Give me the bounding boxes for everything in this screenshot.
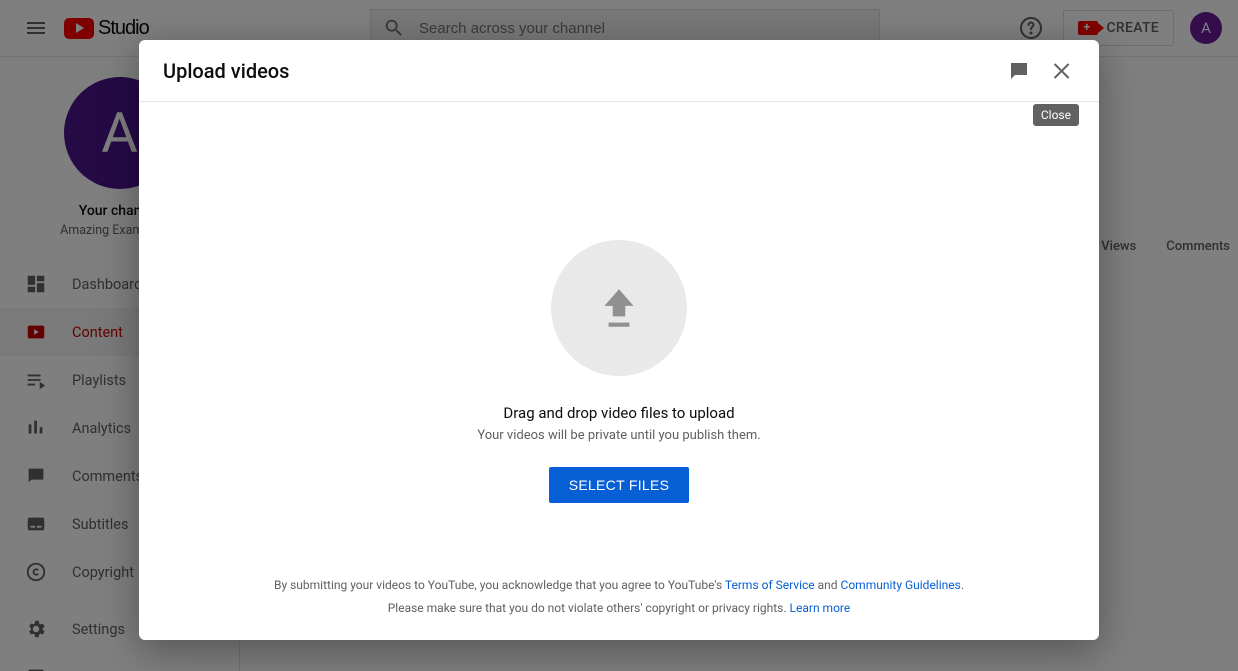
drag-title: Drag and drop video files to upload <box>503 404 734 422</box>
send-feedback-button[interactable] <box>1007 59 1031 83</box>
close-button[interactable] <box>1051 59 1075 83</box>
legal-line2-prefix: Please make sure that you do not violate… <box>388 601 790 615</box>
community-guidelines-link[interactable]: Community Guidelines <box>841 578 961 592</box>
upload-arrow-icon <box>594 283 644 333</box>
legal-prefix: By submitting your videos to YouTube, yo… <box>274 578 725 592</box>
learn-more-link[interactable]: Learn more <box>790 601 851 615</box>
dialog-title: Upload videos <box>163 59 289 83</box>
drag-subtitle: Your videos will be private until you pu… <box>477 428 760 443</box>
legal-and: and <box>815 578 841 592</box>
close-icon <box>1051 59 1075 83</box>
dialog-body: Drag and drop video files to upload Your… <box>139 102 1099 640</box>
terms-of-service-link[interactable]: Terms of Service <box>725 578 815 592</box>
dialog-header: Upload videos <box>139 40 1099 102</box>
legal-period: . <box>961 578 964 592</box>
feedback-icon <box>1007 59 1031 83</box>
upload-videos-dialog: Upload videos Close Drag and drop video … <box>139 40 1099 640</box>
legal-text: By submitting your videos to YouTube, yo… <box>139 574 1099 620</box>
select-files-button[interactable]: SELECT FILES <box>549 467 690 503</box>
upload-dropzone[interactable] <box>551 240 687 376</box>
